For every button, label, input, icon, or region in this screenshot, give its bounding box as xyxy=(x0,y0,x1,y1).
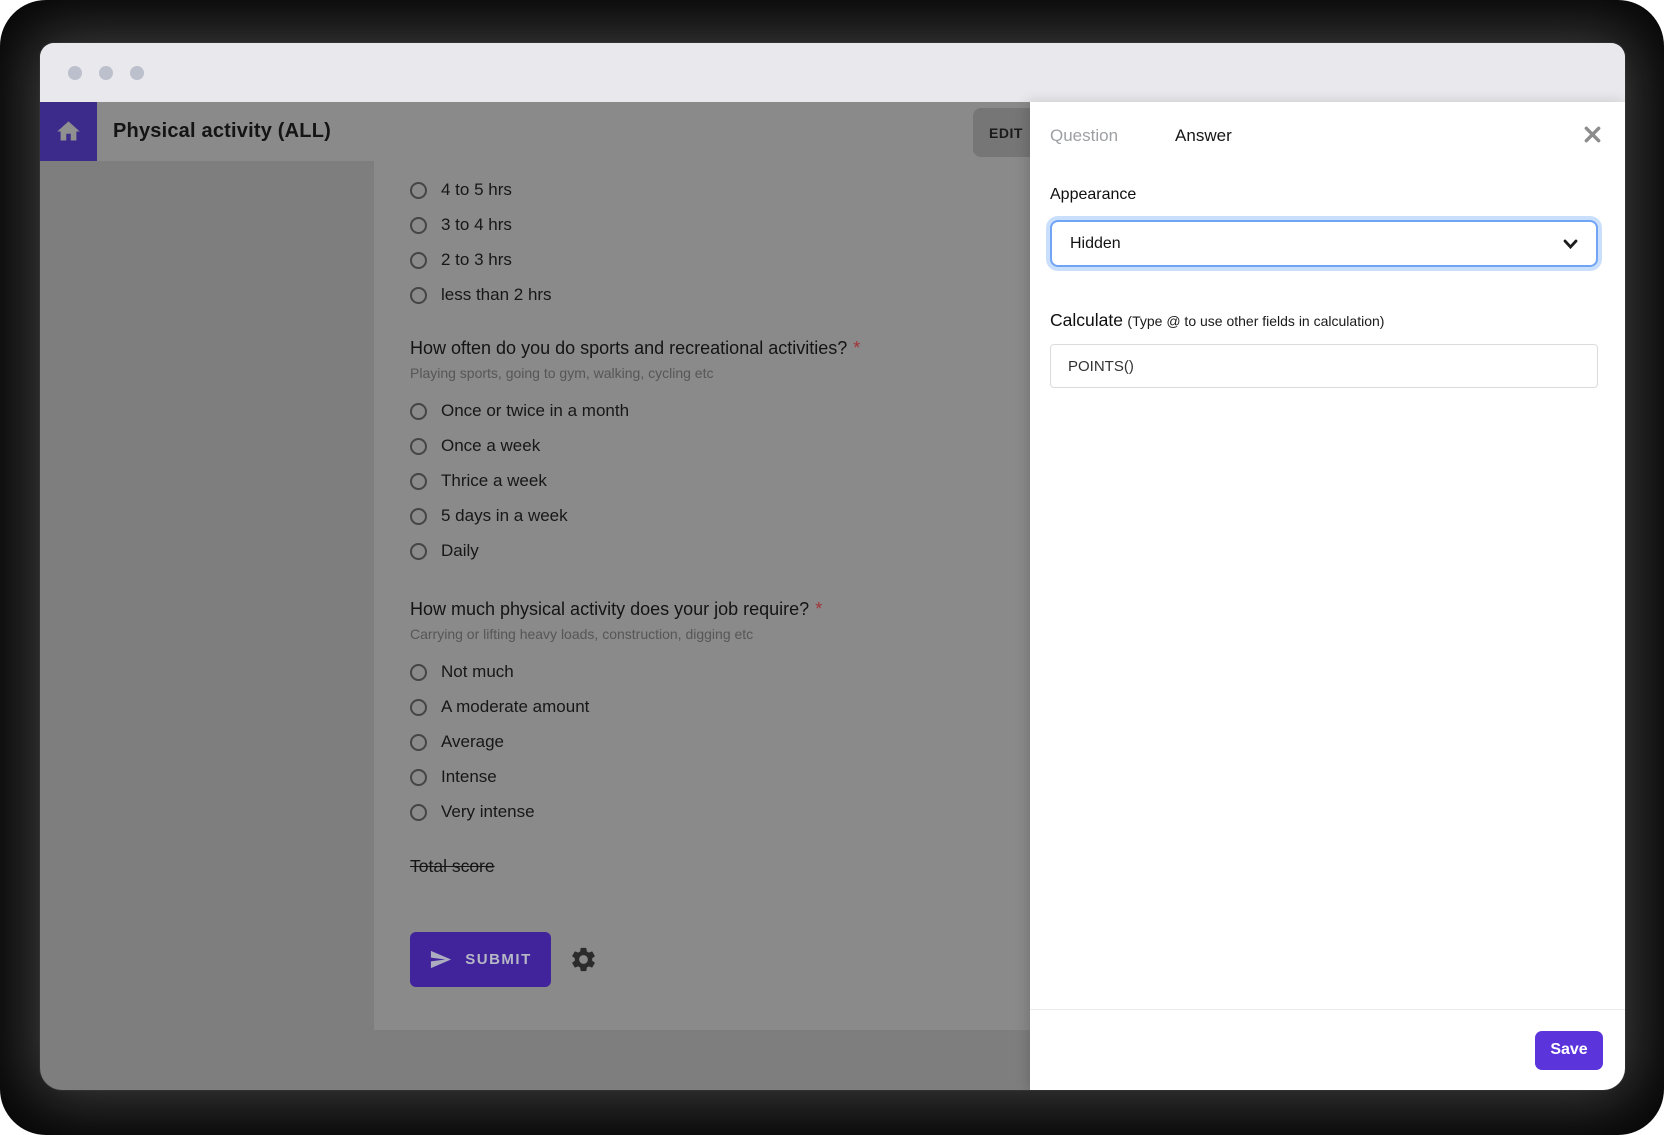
radio-option-row: A moderate amount xyxy=(410,695,1074,719)
radio-option-row: Very intense xyxy=(410,800,1074,824)
question-block: How much physical activity does your job… xyxy=(410,599,1074,824)
radio-option-label: Once or twice in a month xyxy=(441,401,629,421)
radio-option-label: Very intense xyxy=(441,802,535,822)
radio-option-label: A moderate amount xyxy=(441,697,589,717)
chevron-down-icon xyxy=(1563,239,1578,249)
radio-button[interactable] xyxy=(410,508,427,525)
appearance-select[interactable]: Hidden xyxy=(1050,220,1598,267)
radio-option-label: 2 to 3 hrs xyxy=(441,250,512,270)
radio-group-hours: 4 to 5 hrs 3 to 4 hrs 2 to 3 hrs less than … xyxy=(410,178,1074,307)
device-frame: Physical activity (ALL) EDIT 4 to 5 hrs3… xyxy=(0,0,1664,1135)
radio-option-row: Average xyxy=(410,730,1074,754)
radio-group: Not much A moderate amount Average Intense V… xyxy=(410,660,1074,824)
tab-question[interactable]: Question xyxy=(1050,126,1118,146)
radio-option-row: 4 to 5 hrs xyxy=(410,178,1074,202)
radio-option-row: 5 days in a week xyxy=(410,504,1074,528)
window-dot-minimize[interactable] xyxy=(99,66,113,80)
radio-option-row: Not much xyxy=(410,660,1074,684)
submit-row: SUBMIT xyxy=(410,932,1074,987)
window-dot-close[interactable] xyxy=(68,66,82,80)
settings-gear-icon[interactable] xyxy=(569,945,598,974)
radio-option-row: Once a week xyxy=(410,434,1074,458)
radio-button[interactable] xyxy=(410,804,427,821)
radio-option-label: Not much xyxy=(441,662,514,682)
question-hint: Playing sports, going to gym, walking, c… xyxy=(410,365,1074,381)
radio-option-row: 2 to 3 hrs xyxy=(410,248,1074,272)
radio-button[interactable] xyxy=(410,473,427,490)
radio-option-label: Once a week xyxy=(441,436,540,456)
radio-option-row: Intense xyxy=(410,765,1074,789)
close-icon[interactable] xyxy=(1583,125,1602,144)
radio-option-label: less than 2 hrs xyxy=(441,285,552,305)
calculate-input[interactable] xyxy=(1050,344,1598,388)
radio-option-label: 5 days in a week xyxy=(441,506,568,526)
browser-window: Physical activity (ALL) EDIT 4 to 5 hrs3… xyxy=(40,43,1625,1090)
page-title: Physical activity (ALL) xyxy=(113,120,331,143)
radio-button[interactable] xyxy=(410,438,427,455)
radio-button[interactable] xyxy=(410,769,427,786)
question-hint: Carrying or lifting heavy loads, constru… xyxy=(410,626,1074,642)
form-card: 4 to 5 hrs 3 to 4 hrs 2 to 3 hrs less than … xyxy=(374,161,1074,1030)
radio-option-row: Daily xyxy=(410,539,1074,563)
question-title: How often do you do sports and recreatio… xyxy=(410,338,1074,359)
radio-group: Once or twice in a month Once a week Thric… xyxy=(410,399,1074,563)
appearance-selected-value: Hidden xyxy=(1070,235,1121,253)
required-marker: * xyxy=(815,599,822,619)
radio-option-label: Intense xyxy=(441,767,497,787)
radio-button[interactable] xyxy=(410,217,427,234)
calculate-label: Calculate xyxy=(1050,310,1123,330)
submit-button[interactable]: SUBMIT xyxy=(410,932,551,987)
question-title: How much physical activity does your job… xyxy=(410,599,1074,620)
settings-drawer: Question Answer Appearance Hidden Calcul… xyxy=(1030,102,1625,1090)
radio-option-row: 3 to 4 hrs xyxy=(410,213,1074,237)
radio-option-label: Daily xyxy=(441,541,479,561)
radio-button[interactable] xyxy=(410,403,427,420)
radio-option-label: Average xyxy=(441,732,504,752)
tab-answer[interactable]: Answer xyxy=(1175,126,1232,146)
radio-button[interactable] xyxy=(410,543,427,560)
drawer-footer: Save xyxy=(1030,1009,1625,1090)
total-score-label: Total score xyxy=(410,856,1074,877)
required-marker: * xyxy=(853,338,860,358)
radio-option-label: 3 to 4 hrs xyxy=(441,215,512,235)
radio-option-label: Thrice a week xyxy=(441,471,547,491)
window-dot-maximize[interactable] xyxy=(130,66,144,80)
home-icon xyxy=(55,118,82,145)
calculate-hint: (Type @ to use other fields in calculati… xyxy=(1127,313,1384,329)
home-button[interactable] xyxy=(40,102,97,161)
radio-button[interactable] xyxy=(410,699,427,716)
window-titlebar xyxy=(40,43,1625,102)
send-icon xyxy=(429,948,452,971)
question-list: How often do you do sports and recreatio… xyxy=(410,338,1074,824)
question-block: How often do you do sports and recreatio… xyxy=(410,338,1074,563)
radio-option-label: 4 to 5 hrs xyxy=(441,180,512,200)
appearance-label: Appearance xyxy=(1050,186,1598,204)
drawer-tabs: Question Answer xyxy=(1050,102,1598,146)
radio-button[interactable] xyxy=(410,252,427,269)
calculate-label-row: Calculate (Type @ to use other fields in… xyxy=(1050,310,1598,331)
radio-button[interactable] xyxy=(410,182,427,199)
radio-button[interactable] xyxy=(410,664,427,681)
save-button[interactable]: Save xyxy=(1535,1031,1603,1070)
radio-button[interactable] xyxy=(410,287,427,304)
radio-button[interactable] xyxy=(410,734,427,751)
radio-option-row: less than 2 hrs xyxy=(410,283,1074,307)
radio-option-row: Thrice a week xyxy=(410,469,1074,493)
submit-label: SUBMIT xyxy=(465,951,532,968)
radio-option-row: Once or twice in a month xyxy=(410,399,1074,423)
